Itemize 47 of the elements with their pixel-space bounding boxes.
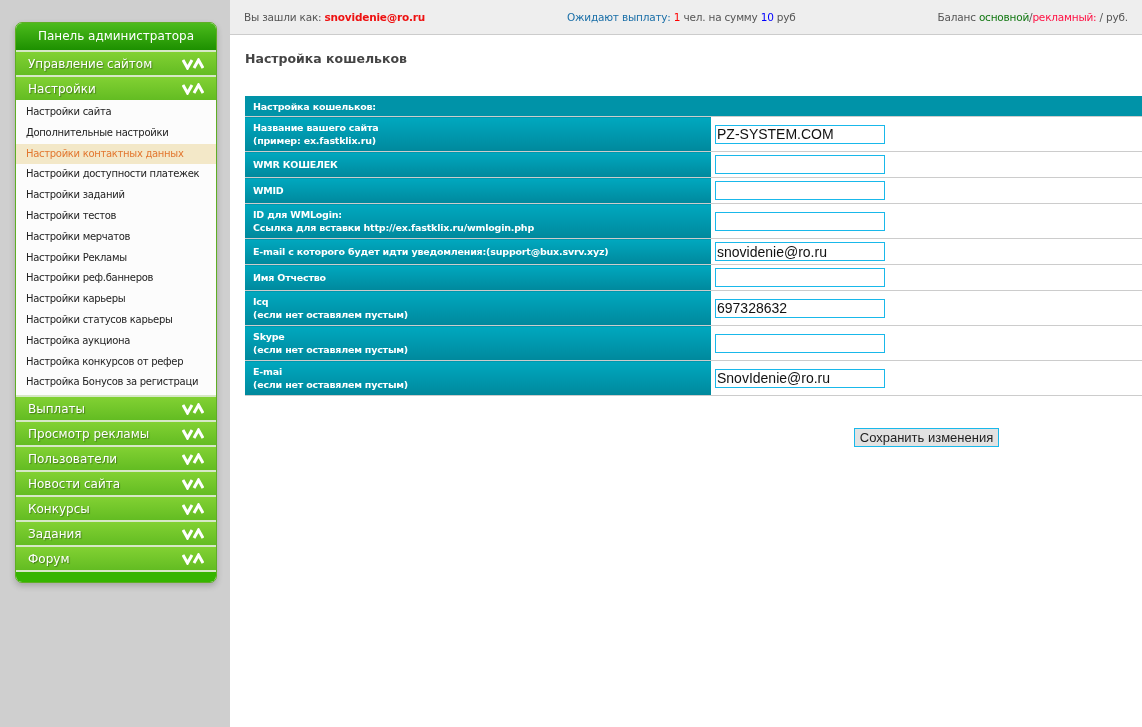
sidebar-item[interactable]: Настройки доступности платежек xyxy=(16,164,216,186)
chevrons-icon xyxy=(182,57,204,70)
sidebar-item[interactable]: Настройки тестов xyxy=(16,206,216,227)
field-label: E-mai (если нет оставялем пустым) xyxy=(245,360,711,396)
sidebar-item[interactable]: Настройки мерчатов xyxy=(16,226,216,248)
pending-payouts: Ожидают выплату: 1 чел. на сумму 10 руб xyxy=(567,11,796,23)
input-field[interactable] xyxy=(715,181,885,200)
chevrons-icon xyxy=(182,527,204,540)
sidebar-item[interactable]: Настройка Бонусов за регистраци xyxy=(16,372,216,394)
sidebar-title: Панель администратора xyxy=(16,23,216,50)
sidebar-item[interactable]: Настройка конкурсов от рефер xyxy=(16,351,216,373)
chevrons-icon xyxy=(182,402,204,415)
input-field[interactable] xyxy=(715,333,885,353)
field-label: WMR КОШЕЛЕК xyxy=(245,151,711,178)
sidebar-item[interactable]: Настройка аукциона xyxy=(16,330,216,352)
chevrons-icon xyxy=(182,82,204,95)
sidebar-item[interactable]: Настройки сайта xyxy=(16,102,216,123)
chevrons-icon xyxy=(182,502,204,515)
field-label: Skype (если нет оставялем пустым) xyxy=(245,325,711,361)
field-label: Icq (если нет оставялем пустым) xyxy=(245,290,711,326)
chevrons-icon xyxy=(182,427,204,440)
input-field[interactable] xyxy=(715,268,885,287)
field-label: E-mail с которого будет идти уведомления:(support@bux.svrv.xyz) xyxy=(245,238,711,265)
field-label: WMID xyxy=(245,177,711,204)
field-label: ID для WMLogin: Ссылка для вставки http://ex.fastklix.ru/wmlogin.php xyxy=(245,203,711,239)
input-field[interactable] xyxy=(715,211,885,231)
sidebar-item[interactable]: Настройки реф.баннеров xyxy=(16,268,216,290)
input-field[interactable]: snovidenie@ro.ru xyxy=(715,242,885,261)
sidebar-item[interactable]: Настройки карьеры xyxy=(16,289,216,310)
input-field[interactable]: 697328632 xyxy=(715,298,885,318)
input-field[interactable]: PZ-SYSTEM.COM xyxy=(715,124,885,144)
sidebar-item[interactable]: Настройки Рекламы xyxy=(16,247,216,269)
table-header: Настройка кошельков: xyxy=(245,96,1142,117)
input-field[interactable]: SnovIdenie@ro.ru xyxy=(715,368,885,388)
chevrons-icon xyxy=(182,477,204,490)
sidebar-item[interactable]: Настройки заданий xyxy=(16,185,216,206)
sidebar-item[interactable]: Настройки статусов карьеры xyxy=(16,309,216,331)
chevrons-icon xyxy=(182,552,204,565)
save-button[interactable]: Сохранить изменения xyxy=(853,428,1000,447)
page-title: Настройка кошельков xyxy=(245,51,408,66)
login-info: Вы зашли как: snovidenie@ro.ru xyxy=(244,11,426,23)
input-field[interactable] xyxy=(715,155,885,174)
balance-info: Баланс основной/рекламный: / руб. xyxy=(937,11,1128,23)
chevrons-icon xyxy=(182,452,204,465)
sidebar-item[interactable]: Дополнительные настройки xyxy=(16,122,216,144)
field-label: Название вашего сайта (пример: ex.fastklix.ru) xyxy=(245,116,711,152)
field-label: Имя Отчество xyxy=(245,264,711,291)
